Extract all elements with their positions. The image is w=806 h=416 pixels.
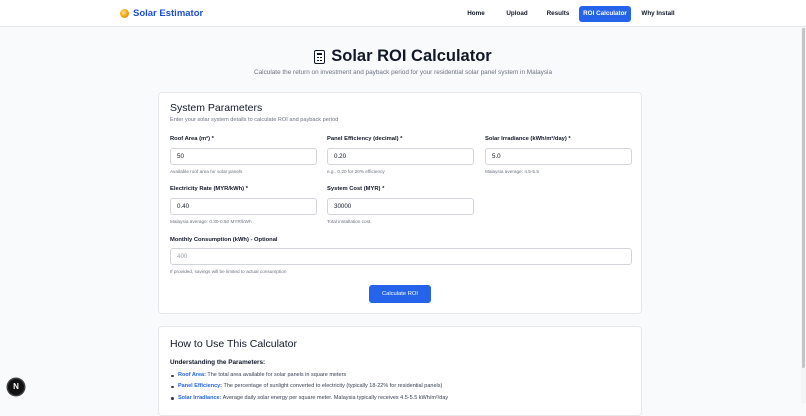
system-cost-hint: Total installation cost xyxy=(327,219,371,224)
system-parameters-title: System Parameters xyxy=(170,102,263,114)
list-item: Roof Area: The total area available for … xyxy=(170,370,630,381)
brand-name: Solar Estimator xyxy=(133,8,204,19)
list-item: Solar Irradiance: Average daily solar en… xyxy=(170,393,630,404)
electricity-rate-label: Electricity Rate (MYR/kWh) * xyxy=(170,186,248,192)
roof-area-input[interactable] xyxy=(170,148,317,165)
term-panel-efficiency-text: The percentage of sunlight converted to … xyxy=(222,383,443,390)
page-title: Solar ROI Calculator xyxy=(0,47,806,66)
term-roof-area-text: The total area available for solar panel… xyxy=(205,372,347,378)
roof-area-hint: Available roof area for solar panels xyxy=(170,169,243,174)
monthly-consumption-input[interactable] xyxy=(170,248,632,265)
term-panel-efficiency: Panel Efficiency: xyxy=(178,383,223,390)
how-to-title: How to Use This Calculator xyxy=(170,338,298,350)
solar-irradiance-input[interactable] xyxy=(485,148,632,165)
monthly-consumption-hint: If provided, savings will be limited to … xyxy=(170,269,287,274)
solar-irradiance-label: Solar Irradiance (kWh/m²/day) * xyxy=(485,136,571,142)
term-solar-irradiance: Solar Irradiance: xyxy=(178,394,222,401)
sun-icon xyxy=(120,9,129,18)
scrollbar-thumb[interactable] xyxy=(802,28,805,368)
nextjs-devtools-badge[interactable]: N xyxy=(8,379,24,395)
how-to-list: Roof Area: The total area available for … xyxy=(170,370,630,404)
brand-logo[interactable]: Solar Estimator xyxy=(120,8,203,19)
system-cost-input[interactable] xyxy=(327,198,474,215)
nav-upload[interactable]: Upload xyxy=(500,6,534,22)
roof-area-label: Roof Area (m²) * xyxy=(170,136,214,142)
how-to-subheading: Understanding the Parameters: xyxy=(170,359,266,366)
calculator-icon xyxy=(314,49,326,64)
system-parameters-description: Enter your solar system details to calcu… xyxy=(170,117,339,123)
monthly-consumption-label: Monthly Consumption (kWh) - Optional xyxy=(170,237,278,243)
term-roof-area: Roof Area: xyxy=(178,372,206,378)
nav-roi-calculator[interactable]: ROI Calculator xyxy=(579,6,631,22)
system-parameters-card: System Parameters Enter your solar syste… xyxy=(158,92,642,314)
electricity-rate-input[interactable] xyxy=(170,198,317,215)
nav-results[interactable]: Results xyxy=(540,6,576,22)
list-item: Panel Efficiency: The percentage of sunl… xyxy=(170,381,630,392)
solar-irradiance-hint: Malaysia average: 4.5-5.5 xyxy=(485,169,539,174)
nav-home[interactable]: Home xyxy=(462,6,490,22)
system-cost-label: System Cost (MYR) * xyxy=(327,186,385,192)
page-subtitle: Calculate the return on investment and p… xyxy=(253,69,553,76)
electricity-rate-hint: Malaysia average: 0.30-0.50 MYR/kWh xyxy=(170,219,252,224)
term-solar-irradiance-text: Average daily solar energy per square me… xyxy=(221,394,449,401)
panel-efficiency-input[interactable] xyxy=(327,148,474,165)
panel-efficiency-hint: e.g., 0.20 for 20% efficiency xyxy=(327,169,385,174)
nav-why-install[interactable]: Why Install xyxy=(639,6,677,22)
page-title-text: Solar ROI Calculator xyxy=(331,47,492,65)
top-navbar: Solar Estimator Home Upload Results ROI … xyxy=(0,0,806,27)
calculate-roi-button[interactable]: Calculate ROI xyxy=(369,285,431,303)
panel-efficiency-label: Panel Efficiency (decimal) * xyxy=(327,136,403,142)
